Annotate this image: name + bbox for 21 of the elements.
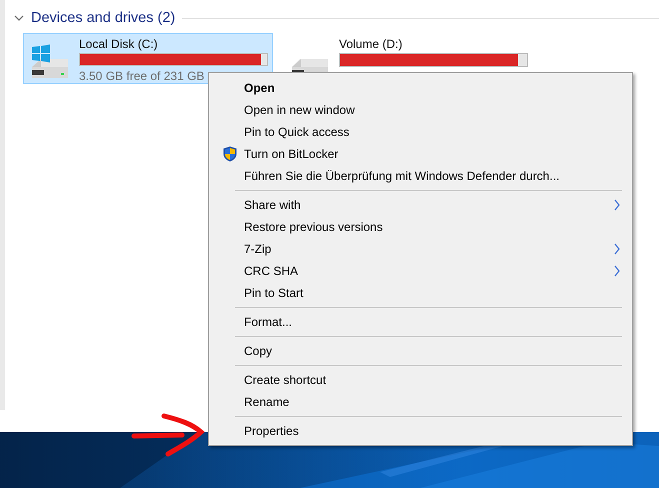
menu-item[interactable]: Restore previous versions: [211, 216, 630, 238]
menu-item[interactable]: Führen Sie die Überprüfung mit Windows Defender durch...: [211, 165, 630, 187]
section-title[interactable]: Devices and drives (2): [31, 10, 176, 26]
free-space-text: 3.50 GB free of 231 GB: [79, 69, 206, 83]
menu-item[interactable]: Rename: [211, 391, 630, 413]
menu-item[interactable]: Properties: [211, 420, 630, 442]
menu-item[interactable]: 7-Zip: [211, 238, 630, 260]
drive-name: Volume (D:): [339, 37, 404, 51]
chevron-icon[interactable]: [14, 14, 24, 22]
menu-item[interactable]: Format...: [211, 311, 630, 333]
drive-tile[interactable]: Local Disk (C:) 3.50 GB free of 231 GB: [23, 33, 273, 84]
menu-item[interactable]: Pin to Quick access: [211, 121, 630, 143]
menu-item[interactable]: Pin to Start: [211, 282, 630, 304]
menu-item[interactable]: Share with: [211, 194, 630, 216]
menu-item[interactable]: Turn on BitLocker: [211, 143, 630, 165]
menu-item[interactable]: Create shortcut: [211, 369, 630, 391]
drive-name: Local Disk (C:): [79, 37, 159, 51]
menu-item[interactable]: CRC SHA: [211, 260, 630, 282]
menu-item[interactable]: Copy: [211, 340, 630, 362]
shield-icon: [222, 146, 236, 162]
menu-item[interactable]: Open in new window: [211, 99, 630, 121]
